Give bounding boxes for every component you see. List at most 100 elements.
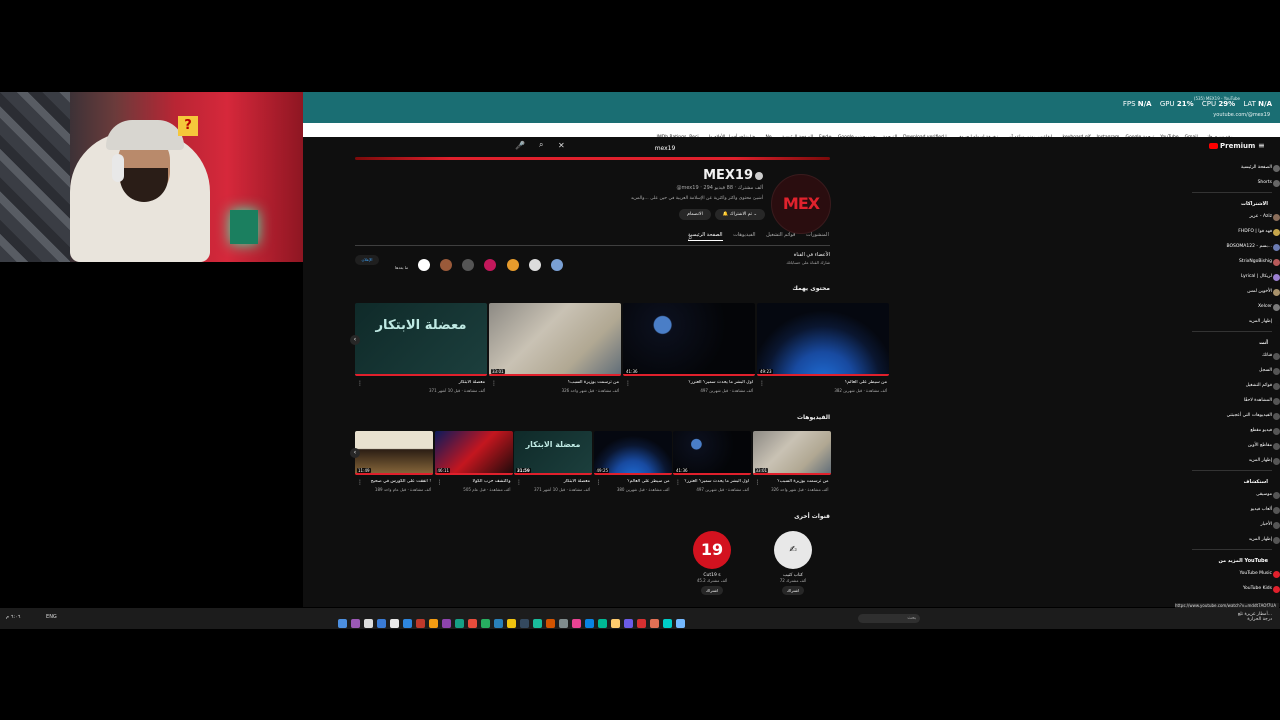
taskbar-app-icon[interactable] — [494, 619, 503, 628]
video-title[interactable]: انفقت على الكورس في صحيح ! — [363, 479, 431, 484]
sidebar-item[interactable]: الأخوين لمس — [1247, 289, 1272, 294]
video-thumbnail[interactable]: 49:23 — [757, 303, 889, 376]
clock-time[interactable]: ٦:٠٦ م — [6, 614, 20, 620]
taskbar-app-icon[interactable] — [624, 619, 633, 628]
taskbar-app-icon[interactable] — [351, 619, 360, 628]
taskbar-app-icon[interactable] — [468, 619, 477, 628]
taskbar-app-icon[interactable] — [377, 619, 386, 628]
sidebar-item[interactable]: فيديو مقطع — [1250, 428, 1272, 433]
more-options-icon[interactable]: ⋮ — [675, 479, 681, 486]
sidebar-item[interactable]: مقاطع الأوين — [1248, 443, 1272, 448]
sidebar-item[interactable]: Shorts — [1258, 180, 1272, 185]
video-card[interactable]: 41:36 أول البشر ما يحدث سمير؟ العنزر؟ 497 … — [673, 431, 751, 499]
more-options-icon[interactable]: ⋮ — [755, 479, 761, 486]
sidebar-item[interactable]: السجل — [1259, 368, 1272, 373]
video-title[interactable]: من ترسمت بوزيرة السبب؟ — [497, 380, 619, 385]
taskbar-app-icon[interactable] — [429, 619, 438, 628]
sidebar-item[interactable]: الصفحة الرئيسية — [1241, 165, 1272, 170]
video-card[interactable]: 49:25 من سيطر على العالم؟ 380 ألف مشاهدة ‧… — [593, 431, 672, 499]
member-avatar[interactable] — [484, 258, 497, 271]
video-title[interactable]: من سيطر على العالم؟ — [602, 479, 669, 484]
other-channel-subscribe-button[interactable]: اشتراك — [782, 586, 804, 595]
address-bar[interactable]: youtube.com/@mex19 — [1213, 112, 1270, 118]
taskbar-app-icon[interactable] — [364, 619, 373, 628]
video-thumbnail[interactable]: 33:01 — [752, 431, 831, 475]
taskbar-app-icon[interactable] — [416, 619, 425, 628]
member-avatar[interactable] — [528, 258, 541, 271]
weather-widget[interactable]: أمطار غزيرة تلغ... درجة الحرارة — [1238, 612, 1272, 622]
sidebar-item[interactable]: الفيديوهات التي أعجبتني — [1227, 413, 1272, 418]
sidebar-item[interactable]: موسيقى — [1256, 492, 1272, 497]
browser-tab[interactable]: (535) MEX19 - YouTube — [1194, 96, 1240, 101]
member-avatar[interactable] — [550, 258, 563, 271]
video-title[interactable]: معضلة الابتكار — [522, 479, 590, 484]
sidebar-item[interactable]: Lyrical | لريكال — [1241, 274, 1272, 279]
more-options-icon[interactable]: ⋮ — [437, 479, 443, 486]
video-card[interactable]: معضلة الابتكار 31:59 معضلة الابتكار 371 ألف… — [514, 431, 592, 499]
member-avatar[interactable] — [418, 258, 431, 271]
featured-all-button[interactable]: الإعلان — [355, 255, 379, 265]
tab-home[interactable]: الصفحة الرئيسية — [688, 232, 723, 241]
video-title[interactable]: واكتشف حرب الكولا — [443, 479, 511, 484]
sidebar-item[interactable]: الأخبار — [1260, 522, 1272, 527]
member-avatar[interactable] — [440, 258, 453, 271]
sidebar-item[interactable]: إظهار المزيد — [1249, 458, 1272, 463]
other-channel-card[interactable]: 19 Cut19 s 45.2 ألف مشترك اشتراك — [692, 531, 732, 595]
clear-search-icon[interactable]: ✕ — [558, 141, 565, 150]
sidebar-item[interactable]: قوائم التشغيل — [1246, 383, 1272, 388]
video-title[interactable]: معضلة الابتكار — [363, 380, 485, 385]
video-thumbnail[interactable]: 46:11 — [434, 431, 513, 475]
video-card[interactable]: 33:01 من ترسمت بوزيرة السبب؟ 326 ألف مشاهد… — [489, 303, 621, 400]
featured-more-label[interactable]: ما بعدها — [395, 265, 408, 270]
video-thumbnail[interactable]: 41:36 — [673, 431, 751, 475]
sidebar-item[interactable]: ألعاب فيديو — [1251, 507, 1272, 512]
sidebar-item[interactable]: Xelcer — [1258, 304, 1272, 309]
hamburger-menu-icon[interactable]: ≡ — [1258, 141, 1265, 150]
subscribed-button[interactable]: 🔔 تم الاشتراك ⌄ — [715, 209, 765, 220]
taskbar-app-icon[interactable] — [507, 619, 516, 628]
video-card[interactable]: 33:01 من ترسمت بوزيرة السبب؟ 326 ألف مشاهد… — [752, 431, 831, 499]
more-options-icon[interactable]: ⋮ — [516, 479, 522, 486]
video-card[interactable]: 11:49 انفقت على الكورس في صحيح ! 189 ألف م… — [355, 431, 433, 499]
taskbar-app-icon[interactable] — [663, 619, 672, 628]
taskbar-app-icon[interactable] — [611, 619, 620, 628]
more-options-icon[interactable]: ⋮ — [596, 479, 602, 486]
sidebar-item[interactable]: عزيز - Aziz — [1250, 214, 1272, 219]
sidebar-item[interactable]: BOSOMA122 - بسم... — [1226, 244, 1272, 249]
sidebar-item[interactable]: إظهار المزيد — [1249, 319, 1272, 324]
video-title[interactable]: أول البشر ما يحدث سمير؟ العنزر؟ — [631, 380, 753, 385]
taskbar-app-icon[interactable] — [572, 619, 581, 628]
taskbar-app-icon[interactable] — [546, 619, 555, 628]
other-channel-subscribe-button[interactable]: اشتراك — [701, 586, 723, 595]
taskbar-app-icon[interactable] — [520, 619, 529, 628]
video-thumbnail[interactable]: 41:36 — [623, 303, 755, 376]
channel-avatar[interactable]: MEX — [771, 174, 831, 234]
video-title[interactable]: من سيطر على العالم؟ — [765, 380, 887, 385]
video-title[interactable]: من ترسمت بوزيرة السبب؟ — [761, 479, 828, 484]
taskbar-app-icon[interactable] — [676, 619, 685, 628]
sidebar-item[interactable]: YouTube Kids — [1243, 586, 1272, 591]
taskbar-app-icon[interactable] — [390, 619, 399, 628]
sidebar-item[interactable]: المشاهدة لاحقًا — [1244, 398, 1272, 403]
more-options-icon[interactable]: ⋮ — [357, 479, 363, 486]
member-avatar[interactable] — [506, 258, 519, 271]
tab-posts[interactable]: المنشورات — [806, 232, 829, 238]
sidebar-item[interactable]: StrixNgoBishig — [1239, 259, 1272, 264]
taskbar-app-icon[interactable] — [585, 619, 594, 628]
channel-description[interactable]: أشيئ محتوى واكثر واكثرية عن الإسلامة الع… — [631, 196, 763, 201]
taskbar-app-icon[interactable] — [403, 619, 412, 628]
taskbar-app-icon[interactable] — [533, 619, 542, 628]
video-thumbnail[interactable]: 33:01 — [489, 303, 621, 376]
taskbar-app-icon[interactable] — [637, 619, 646, 628]
language-indicator[interactable]: ENG — [46, 614, 57, 620]
taskbar-search[interactable]: بحث — [858, 614, 920, 623]
video-title[interactable]: أول البشر ما يحدث سمير؟ العنزر؟ — [681, 479, 749, 484]
taskbar-app-icon[interactable] — [455, 619, 464, 628]
taskbar-app-icon[interactable] — [481, 619, 490, 628]
video-thumbnail[interactable]: 49:25 — [593, 431, 672, 475]
sidebar-item[interactable]: إظهار المزيد — [1249, 537, 1272, 542]
youtube-premium-logo[interactable]: Premium — [1209, 142, 1255, 150]
tab-videos[interactable]: الفيديوهات — [733, 232, 755, 238]
more-options-icon[interactable]: ⋮ — [759, 380, 765, 387]
more-options-icon[interactable]: ⋮ — [357, 380, 363, 387]
